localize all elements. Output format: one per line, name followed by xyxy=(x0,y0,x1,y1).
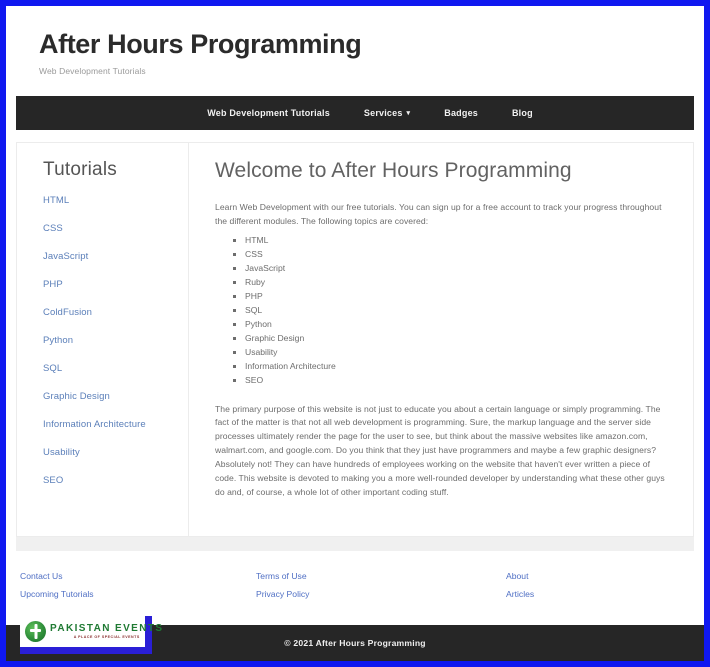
nav-item-blog[interactable]: Blog xyxy=(512,108,533,118)
footer-link-privacy-policy[interactable]: Privacy Policy xyxy=(256,589,506,599)
sidebar-title: Tutorials xyxy=(43,158,117,180)
list-item: Ruby xyxy=(245,275,673,289)
intro-paragraph: Learn Web Development with our free tuto… xyxy=(215,201,662,226)
page-body: After Hours Programming Web Development … xyxy=(6,6,704,661)
list-item: CSS xyxy=(245,247,673,261)
copyright-text: © 2021 After Hours Programming xyxy=(284,638,426,648)
body-paragraph: The primary purpose of this website is n… xyxy=(215,403,665,498)
nav-item-services[interactable]: Services ▾ xyxy=(364,108,410,118)
sidebar-item-information-architecture[interactable]: Information Architecture xyxy=(43,419,188,430)
main-navigation: Web Development Tutorials Services ▾ Bad… xyxy=(16,95,694,130)
list-item: SEO xyxy=(245,373,673,387)
list-item: Python xyxy=(245,317,673,331)
sidebar-item-python[interactable]: Python xyxy=(43,335,188,346)
list-item: Information Architecture xyxy=(245,359,673,373)
footer-link-contact-us[interactable]: Contact Us xyxy=(20,571,256,581)
sidebar: Tutorials HTML CSS JavaScript PHP ColdFu… xyxy=(17,142,189,536)
badge-name: PAKISTAN EVENTS xyxy=(50,623,164,635)
nav-item-label: Services xyxy=(363,107,403,118)
nav-list: Web Development Tutorials Services ▾ Bad… xyxy=(177,108,533,118)
section-divider xyxy=(16,536,694,551)
chevron-down-icon: ▾ xyxy=(406,110,411,118)
sidebar-item-css[interactable]: CSS xyxy=(43,223,188,234)
list-item: Graphic Design xyxy=(245,331,673,345)
nav-item-label: Web Development Tutorials xyxy=(207,107,330,118)
footer-column-1: Contact Us Upcoming Tutorials xyxy=(6,571,256,607)
footer-link-upcoming-tutorials[interactable]: Upcoming Tutorials xyxy=(20,589,256,599)
sidebar-item-seo[interactable]: SEO xyxy=(43,475,188,486)
list-item: SQL xyxy=(245,303,673,317)
sidebar-item-javascript[interactable]: JavaScript xyxy=(43,251,188,262)
badge-tagline: A PLACE OF SPECIAL EVENTS xyxy=(73,635,140,640)
nav-item-badges[interactable]: Badges xyxy=(444,108,478,118)
sidebar-item-usability[interactable]: Usability xyxy=(43,447,188,458)
footer-link-terms-of-use[interactable]: Terms of Use xyxy=(256,571,506,581)
page-title: Welcome to After Hours Programming xyxy=(215,158,572,182)
site-masthead: After Hours Programming Web Development … xyxy=(6,6,704,96)
site-title: After Hours Programming xyxy=(39,29,362,59)
pakistan-events-badge[interactable]: PAKISTAN EVENTS A PLACE OF SPECIAL EVENT… xyxy=(20,616,162,654)
sidebar-item-html[interactable]: HTML xyxy=(43,195,188,206)
footer-column-2: Terms of Use Privacy Policy xyxy=(256,571,506,607)
footer-link-about[interactable]: About xyxy=(506,571,534,581)
list-item: HTML xyxy=(245,233,673,247)
sidebar-item-php[interactable]: PHP xyxy=(43,279,188,290)
nav-item-web-development-tutorials[interactable]: Web Development Tutorials xyxy=(207,108,330,118)
badge-text: PAKISTAN EVENTS A PLACE OF SPECIAL EVENT… xyxy=(50,623,163,640)
footer-link-articles[interactable]: Articles xyxy=(506,589,534,599)
topics-list: HTML CSS JavaScript Ruby PHP SQL Python … xyxy=(215,233,673,387)
site-subtitle: Web Development Tutorials xyxy=(39,65,146,76)
list-item: PHP xyxy=(245,289,673,303)
list-item: JavaScript xyxy=(245,261,673,275)
nav-item-label: Blog xyxy=(511,107,533,118)
content-card: Tutorials HTML CSS JavaScript PHP ColdFu… xyxy=(16,141,694,537)
main-content: Welcome to After Hours Programming Learn… xyxy=(189,143,693,536)
list-item: Usability xyxy=(245,345,673,359)
footer-column-3: About Articles xyxy=(506,571,534,607)
sidebar-item-sql[interactable]: SQL xyxy=(43,363,188,374)
sidebar-item-coldfusion[interactable]: ColdFusion xyxy=(43,307,188,318)
shield-icon xyxy=(25,621,46,642)
nav-item-label: Badges xyxy=(444,107,478,118)
sidebar-item-graphic-design[interactable]: Graphic Design xyxy=(43,391,188,402)
browser-page-frame: After Hours Programming Web Development … xyxy=(6,6,704,661)
footer-links: Contact Us Upcoming Tutorials Terms of U… xyxy=(6,550,704,625)
